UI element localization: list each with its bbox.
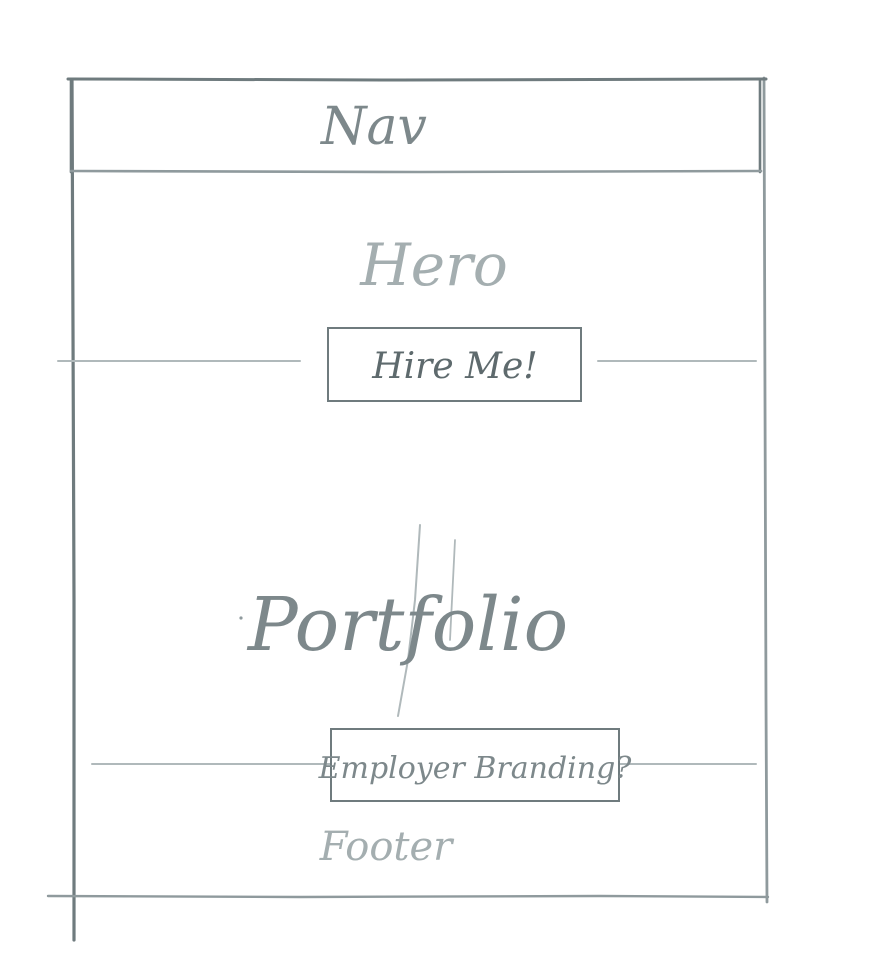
- hero-label: Hero: [359, 231, 508, 299]
- hire-me-label: Hire Me!: [371, 346, 538, 387]
- frame-right-edge: [762, 76, 769, 904]
- nav-label: Nav: [319, 97, 427, 157]
- frame-left-edge: [70, 78, 76, 942]
- portfolio-label: Portfolio: [246, 582, 568, 668]
- frame-top-edge: [66, 77, 768, 82]
- wireframe-sketch: Nav Hero Hire Me! Portfolio Employer Bra…: [46, 76, 770, 942]
- sketch-dot: [239, 616, 243, 620]
- employer-branding-label: Employer Branding?: [318, 751, 633, 786]
- footer-label: Footer: [319, 824, 455, 870]
- page-frame: [46, 76, 770, 942]
- frame-bottom-edge: [46, 894, 770, 899]
